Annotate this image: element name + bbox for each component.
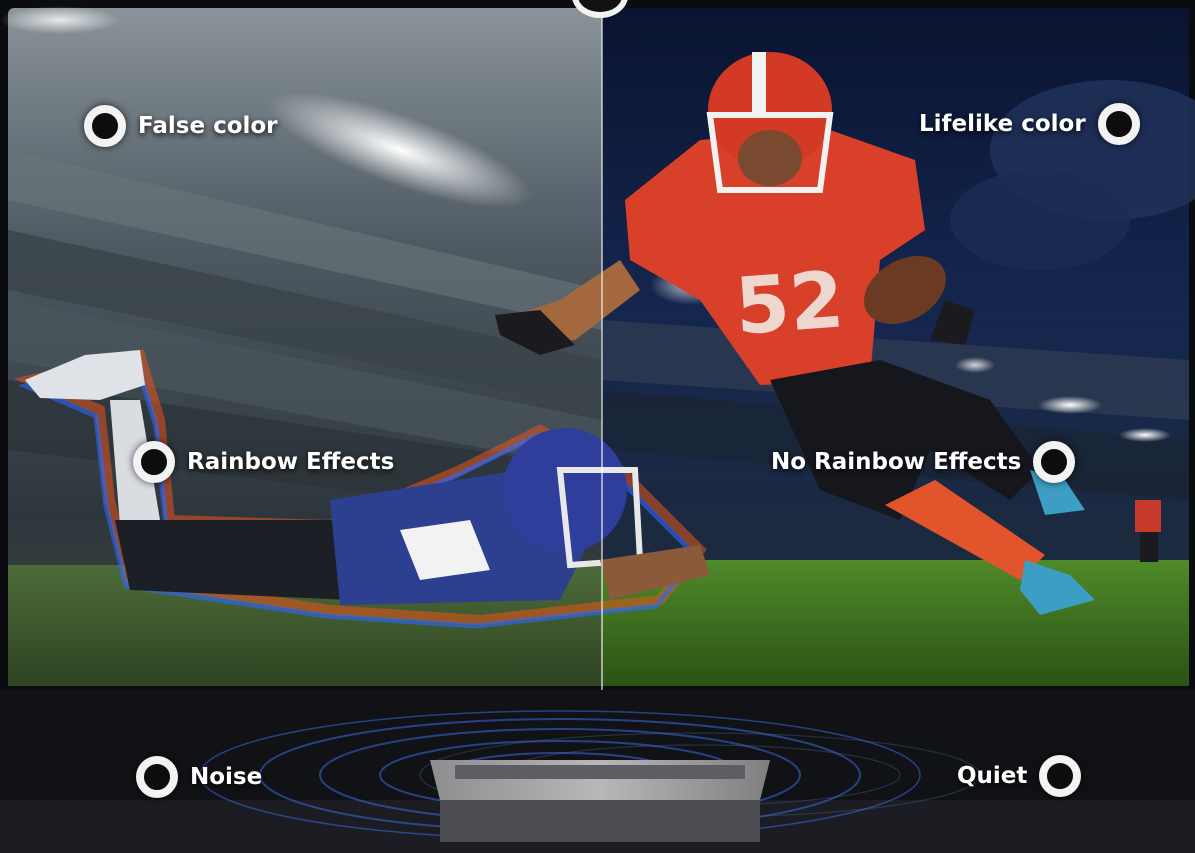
svg-text:52: 52 — [732, 255, 847, 352]
marker-ring-icon — [1039, 755, 1082, 797]
rainbow-effects-text: Rainbow Effects — [187, 449, 395, 475]
marker-ring-icon — [136, 756, 178, 798]
no-rainbow-effects-label: No Rainbow Effects — [771, 441, 1076, 483]
marker-ring-icon — [84, 105, 126, 147]
marker-ring-icon — [133, 441, 175, 483]
rainbow-effects-label: Rainbow Effects — [133, 441, 394, 483]
noise-text: Noise — [190, 764, 263, 790]
noise-label: Noise — [136, 756, 262, 798]
quiet-text: Quiet — [957, 763, 1028, 789]
quiet-label: Quiet — [957, 755, 1082, 797]
no-rainbow-effects-text: No Rainbow Effects — [771, 449, 1022, 475]
marker-ring-icon — [1033, 441, 1076, 483]
false-color-text: False color — [138, 113, 278, 139]
comparison-divider — [601, 0, 603, 690]
lifelike-color-text: Lifelike color — [919, 111, 1086, 137]
marker-ring-icon — [1097, 103, 1140, 145]
false-color-label: False color — [84, 105, 278, 147]
lifelike-color-label: Lifelike color — [919, 103, 1140, 145]
